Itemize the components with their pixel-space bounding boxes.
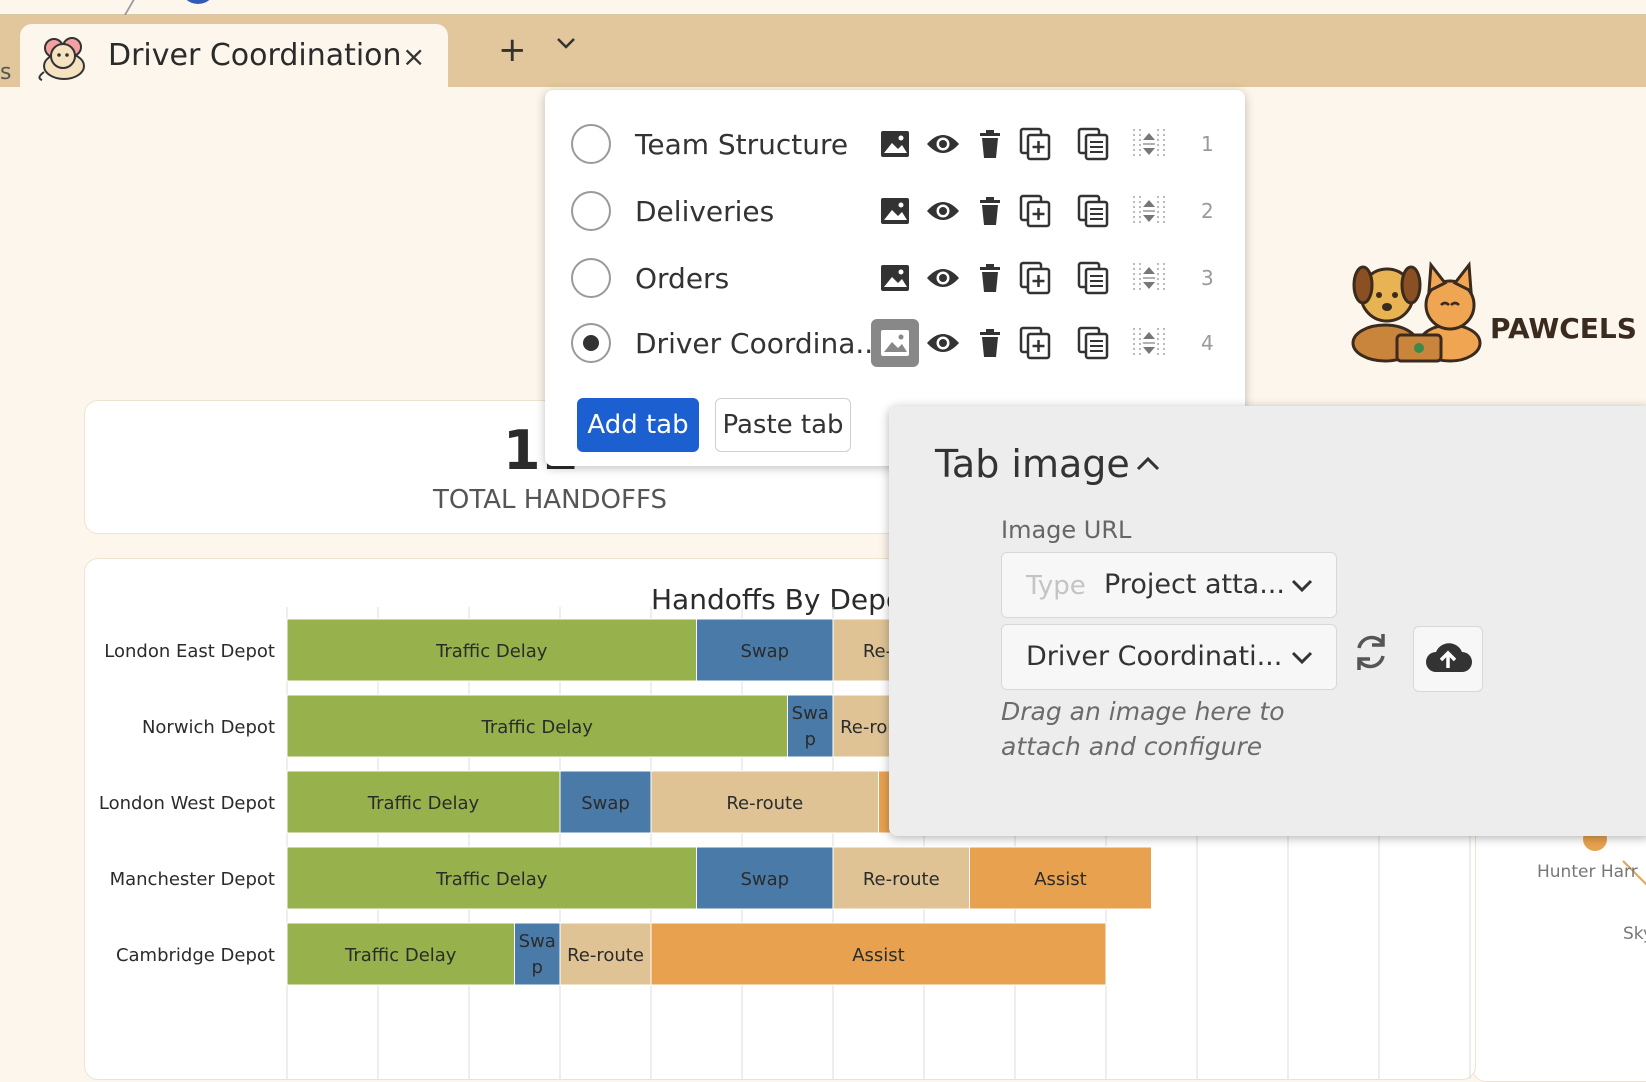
tab-position-number: 1 [1201, 132, 1214, 156]
node-label-1: Hunter Harr [1537, 862, 1638, 882]
trash-icon[interactable] [972, 126, 1008, 162]
category-label: Manchester Depot [110, 869, 275, 890]
mouse-icon [34, 32, 92, 86]
eye-icon[interactable] [925, 193, 961, 229]
category-label: London East Depot [104, 641, 275, 662]
bar-segment-label: Traffic Delay [435, 869, 548, 890]
tab-list-row[interactable]: Driver Coordina... 4 [545, 315, 1245, 375]
tab-image-panel: Tab image Image URL Type Project atta...… [889, 406, 1646, 836]
refresh-icon[interactable] [1351, 630, 1391, 678]
tab-position-number: 3 [1201, 266, 1214, 290]
eye-icon[interactable] [925, 260, 961, 296]
image-icon[interactable] [877, 126, 913, 162]
type-select[interactable]: Type Project atta... [1001, 552, 1337, 618]
tab-list-row[interactable]: Deliveries 2 [545, 183, 1245, 243]
tab-list-label: Deliveries [635, 195, 775, 228]
bar-segment-label: Re-route [863, 869, 940, 890]
tab-radio-button[interactable] [571, 258, 611, 298]
drag-handle-icon[interactable] [1131, 193, 1167, 229]
file-select[interactable]: Driver Coordinati... [1001, 624, 1337, 690]
category-label: Cambridge Depot [116, 945, 275, 966]
duplicate-add-icon[interactable] [1017, 126, 1053, 162]
duplicate-add-icon[interactable] [1017, 325, 1053, 361]
tab-divider [123, 0, 135, 16]
bar-segment-label: Traffic Delay [435, 641, 548, 662]
image-icon[interactable] [871, 319, 919, 367]
bar-segment-label: Re-route [567, 945, 644, 966]
bar-segment-label: Traffic Delay [344, 945, 457, 966]
profile-avatar[interactable] [180, 0, 216, 4]
bar-segment-label: Swap [740, 869, 789, 890]
eye-icon[interactable] [925, 126, 961, 162]
copy-icon[interactable] [1075, 260, 1111, 296]
tab-position-number: 2 [1201, 199, 1214, 223]
pawcels-logo [1345, 255, 1495, 369]
tab-radio-button[interactable] [571, 124, 611, 164]
copy-icon[interactable] [1075, 126, 1111, 162]
bar-segment-label: Swap [581, 793, 630, 814]
image-url-label: Image URL [1001, 516, 1132, 544]
upload-button[interactable] [1413, 626, 1483, 692]
node-label-2: Skyle [1623, 924, 1646, 944]
copy-icon[interactable] [1075, 325, 1111, 361]
type-value: Project atta... [1104, 569, 1285, 600]
duplicate-add-icon[interactable] [1017, 193, 1053, 229]
bar-segment-label: Assist [852, 945, 905, 966]
tab-radio-button[interactable] [571, 323, 611, 363]
category-label: London West Depot [99, 793, 275, 814]
chart-title: Handoffs By Depo [651, 583, 903, 616]
tab-list-label: Driver Coordina... [635, 327, 883, 360]
paste-tab-button[interactable]: Paste tab [715, 398, 851, 452]
eye-icon[interactable] [925, 325, 961, 361]
logo-text: PAWCELS [1490, 312, 1637, 345]
category-label: Norwich Depot [142, 717, 275, 738]
cloud-upload-icon [1424, 640, 1472, 678]
drag-image-hint: Drag an image here to attach and configu… [1001, 697, 1285, 761]
chevron-down-icon [1290, 649, 1314, 669]
drag-handle-icon[interactable] [1131, 325, 1167, 361]
trash-icon[interactable] [972, 260, 1008, 296]
chevron-up-icon[interactable] [1135, 454, 1161, 476]
duplicate-add-icon[interactable] [1017, 260, 1053, 296]
tab-list-row[interactable]: Orders 3 [545, 250, 1245, 310]
trash-icon[interactable] [972, 193, 1008, 229]
trash-icon[interactable] [972, 325, 1008, 361]
tab-title: Driver Coordination [108, 38, 402, 73]
tab-radio-button[interactable] [571, 191, 611, 231]
bar-segment-label: Traffic Delay [481, 717, 594, 738]
add-tab-button[interactable]: Add tab [577, 398, 699, 452]
bar-segment-label: Assist [1034, 869, 1087, 890]
type-label: Type [1026, 571, 1086, 601]
tab-list-row[interactable]: Team Structure 1 [545, 116, 1245, 176]
drag-handle-icon[interactable] [1131, 260, 1167, 296]
image-icon[interactable] [877, 260, 913, 296]
chevron-down-icon [1290, 577, 1314, 597]
file-value: Driver Coordinati... [1026, 641, 1283, 672]
tab-image-title[interactable]: Tab image [935, 442, 1130, 486]
chevron-down-icon[interactable] [555, 35, 577, 55]
drag-handle-icon[interactable] [1131, 126, 1167, 162]
tab-close-button[interactable]: × [402, 40, 425, 73]
browser-top-strip [0, 0, 1646, 16]
tab-list-label: Team Structure [635, 128, 849, 161]
new-tab-button[interactable]: + [498, 30, 527, 70]
tab-list-label: Orders [635, 262, 730, 295]
tab-position-number: 4 [1201, 331, 1214, 355]
bar-segment-label: Traffic Delay [367, 793, 480, 814]
copy-icon[interactable] [1075, 193, 1111, 229]
image-icon[interactable] [877, 193, 913, 229]
previous-tab-edge[interactable]: s [0, 60, 11, 85]
bar-segment-label: Swap [740, 641, 789, 662]
tab-driver-coordination[interactable]: Driver Coordination × [20, 24, 448, 88]
bar-segment-label: Re-route [726, 793, 803, 814]
kpi-label: TOTAL HANDOFFS [433, 485, 667, 515]
